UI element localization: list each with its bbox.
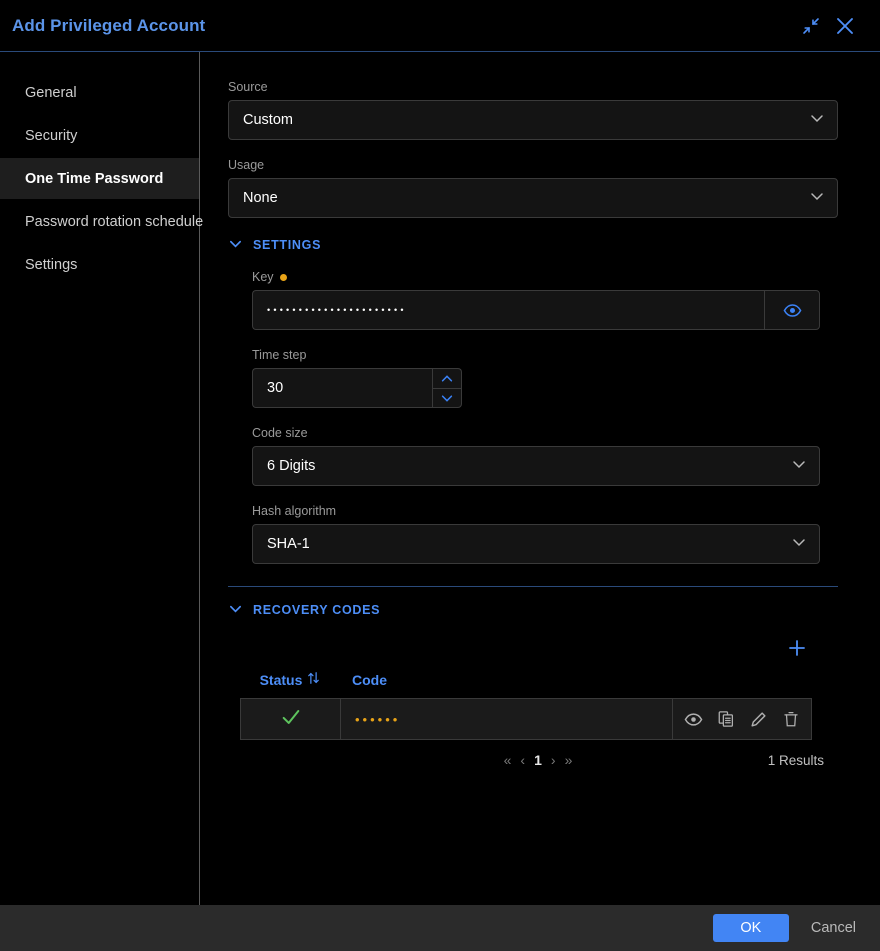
table-footer: « ‹ 1 › » 1 Results — [252, 740, 824, 768]
chevron-up-icon[interactable] — [432, 368, 462, 388]
section-divider — [228, 586, 838, 587]
dialog-titlebar: Add Privileged Account — [0, 0, 880, 52]
eye-icon[interactable] — [764, 290, 820, 330]
column-header-code-label: Code — [352, 672, 387, 688]
dialog-footer: OK Cancel — [0, 905, 880, 951]
pagination-first[interactable]: « — [504, 752, 512, 768]
recovery-codes-section-title: RECOVERY CODES — [253, 603, 380, 617]
chevron-down-icon — [791, 534, 807, 554]
sidebar-item-label: Password rotation schedule — [13, 214, 203, 230]
key-input[interactable]: •••••••••••••••••••••• — [252, 290, 764, 330]
settings-section-header[interactable]: SETTINGS — [228, 236, 838, 254]
chevron-down-icon — [809, 110, 825, 130]
sidebar-item-label: Security — [13, 128, 77, 144]
table-header-row: Status Code — [240, 671, 812, 698]
sidebar-item-label: Settings — [13, 257, 77, 273]
pagination-prev[interactable]: ‹ — [520, 752, 525, 768]
source-value: Custom — [243, 112, 293, 128]
code-size-label: Code size — [252, 426, 838, 440]
time-step-buttons — [432, 368, 462, 408]
chevron-down-icon — [228, 236, 243, 254]
usage-label: Usage — [228, 158, 838, 172]
eye-icon[interactable] — [681, 707, 705, 731]
row-actions-cell — [673, 699, 811, 739]
code-size-value: 6 Digits — [267, 458, 315, 474]
sidebar-item-label: One Time Password — [13, 171, 163, 187]
pagination-page-1[interactable]: 1 — [534, 752, 542, 768]
time-step-label: Time step — [252, 348, 838, 362]
sidebar-item-settings[interactable]: Settings — [0, 244, 199, 285]
source-label: Source — [228, 80, 838, 94]
ok-button[interactable]: OK — [713, 914, 789, 942]
usage-select[interactable]: None — [228, 178, 838, 218]
collapse-arrows-icon[interactable] — [794, 9, 828, 43]
pagination: « ‹ 1 › » — [504, 752, 573, 768]
chevron-down-icon[interactable] — [432, 388, 462, 408]
hash-algorithm-label: Hash algorithm — [252, 504, 838, 518]
close-icon[interactable] — [828, 9, 862, 43]
cancel-button[interactable]: Cancel — [811, 920, 856, 936]
dialog-body: General Security One Time Password Passw… — [0, 52, 880, 905]
valid-check-icon — [280, 706, 302, 733]
copy-icon[interactable] — [714, 707, 738, 731]
sort-arrows-icon — [307, 671, 320, 688]
sidebar-item-general[interactable]: General — [0, 72, 199, 113]
key-label: Key — [252, 270, 274, 284]
key-field-row: •••••••••••••••••••••• — [252, 290, 820, 330]
time-step-stepper: 30 — [252, 368, 838, 408]
pagination-next[interactable]: › — [551, 752, 556, 768]
key-label-row: Key — [252, 270, 838, 284]
sidebar-item-label: General — [13, 85, 77, 101]
recovery-codes-table: Status Code — [240, 671, 812, 768]
add-recovery-code-row — [228, 635, 838, 661]
source-select[interactable]: Custom — [228, 100, 838, 140]
trash-icon[interactable] — [779, 707, 803, 731]
chevron-down-icon — [228, 601, 243, 619]
hash-algorithm-select[interactable]: SHA-1 — [252, 524, 820, 564]
usage-value: None — [243, 190, 278, 206]
column-header-code[interactable]: Code — [340, 671, 387, 688]
chevron-down-icon — [809, 188, 825, 208]
hash-algorithm-value: SHA-1 — [267, 536, 310, 552]
results-count: 1 Results — [768, 753, 824, 768]
sidebar-item-password-rotation-schedule[interactable]: Password rotation schedule — [0, 201, 199, 242]
settings-section-title: SETTINGS — [253, 238, 321, 252]
required-dot-icon — [280, 274, 287, 281]
row-code-cell: •••••• — [341, 699, 673, 739]
code-size-select[interactable]: 6 Digits — [252, 446, 820, 486]
time-step-input[interactable]: 30 — [252, 368, 432, 408]
sidebar-item-security[interactable]: Security — [0, 115, 199, 156]
recovery-codes-section-header[interactable]: RECOVERY CODES — [228, 601, 838, 619]
settings-fields: Key •••••••••••••••••••••• Time step — [228, 270, 838, 564]
column-header-status[interactable]: Status — [240, 671, 340, 688]
chevron-down-icon — [791, 456, 807, 476]
sidebar-nav: General Security One Time Password Passw… — [0, 52, 200, 905]
one-time-password-panel: Source Custom Usage None SETTING — [200, 52, 880, 905]
table-row[interactable]: •••••• — [240, 698, 812, 740]
column-header-status-label: Status — [260, 672, 303, 688]
sidebar-item-one-time-password[interactable]: One Time Password — [0, 158, 199, 199]
pagination-last[interactable]: » — [565, 752, 573, 768]
row-status-cell — [241, 699, 341, 739]
page-title: Add Privileged Account — [12, 16, 205, 36]
pencil-icon[interactable] — [746, 707, 770, 731]
add-privileged-account-dialog: Add Privileged Account General Security … — [0, 0, 880, 951]
add-recovery-code-button[interactable] — [784, 635, 810, 661]
